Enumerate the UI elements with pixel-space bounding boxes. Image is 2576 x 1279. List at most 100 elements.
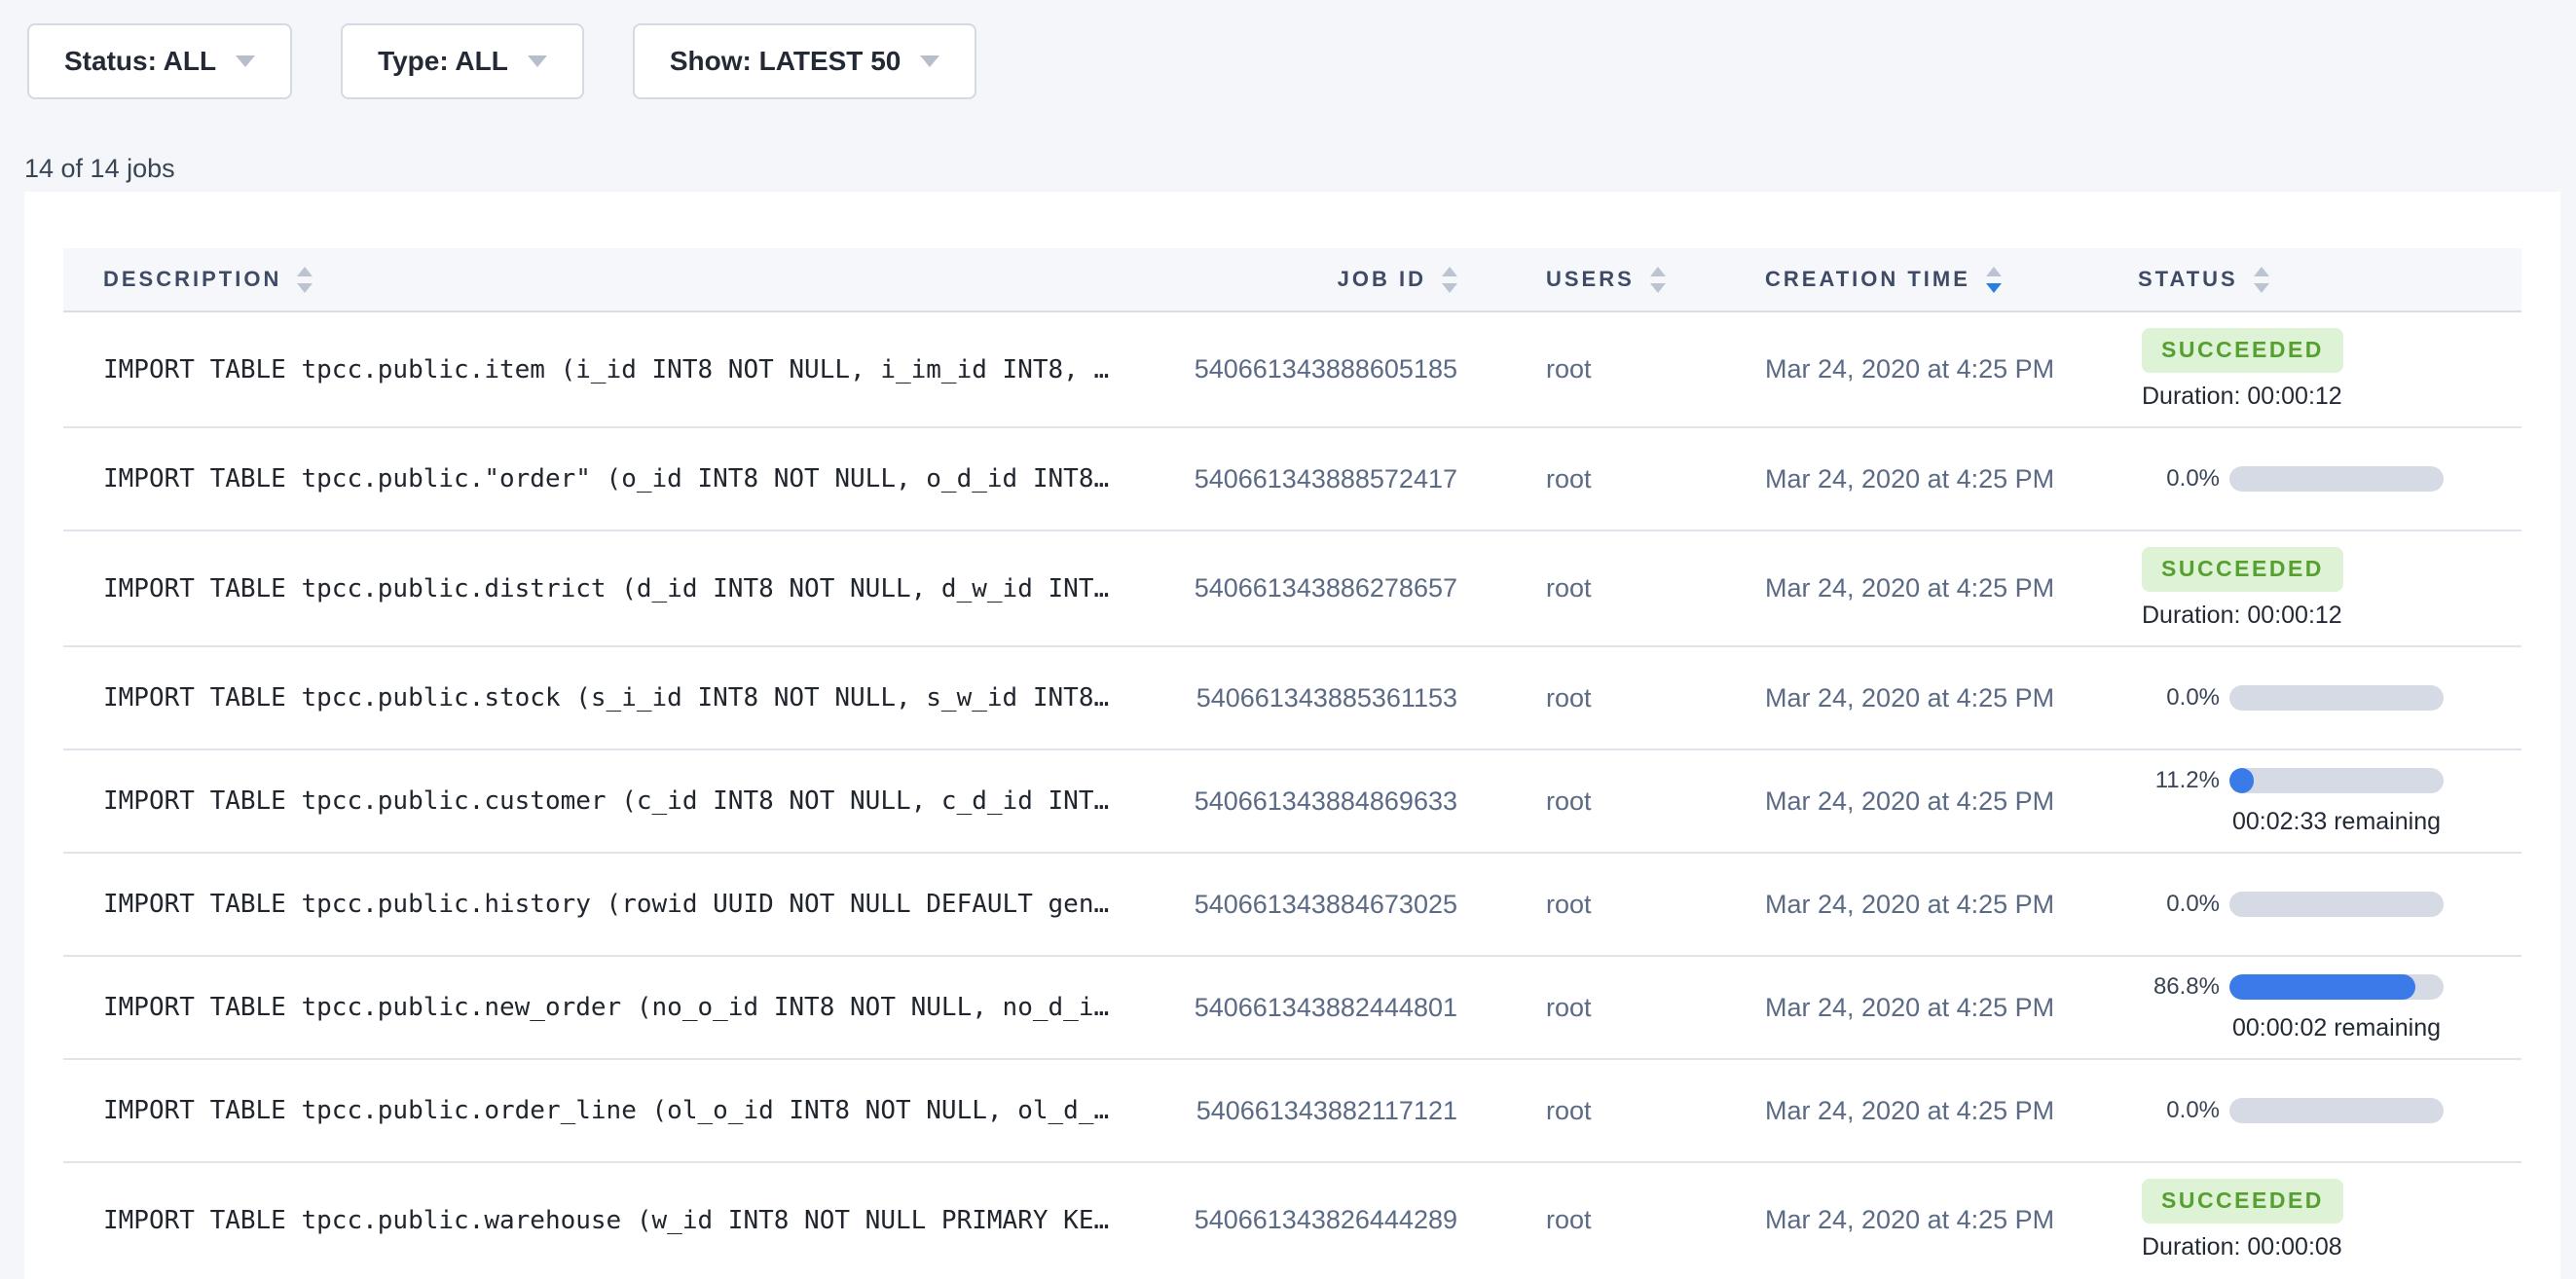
table-body: IMPORT TABLE tpcc.public.item (i_id INT8… <box>63 312 2521 1277</box>
column-header-users[interactable]: USERS <box>1457 267 1765 293</box>
table-row[interactable]: IMPORT TABLE tpcc.public.item (i_id INT8… <box>63 312 2521 428</box>
job-user: root <box>1457 1096 1765 1126</box>
progress-bar <box>2229 892 2444 917</box>
job-creation-time: Mar 24, 2020 at 4:25 PM <box>1765 1096 2138 1126</box>
show-filter-label: Show: LATEST 50 <box>670 46 902 77</box>
table-row[interactable]: IMPORT TABLE tpcc.public.order_line (ol_… <box>63 1060 2521 1163</box>
sort-icon[interactable] <box>2254 267 2269 293</box>
job-user: root <box>1457 1205 1765 1235</box>
job-user: root <box>1457 786 1765 817</box>
job-id: 540661343884869633 <box>1134 786 1457 817</box>
job-user: root <box>1457 573 1765 603</box>
progress-bar <box>2229 768 2444 793</box>
progress-percent: 0.0% <box>2138 465 2220 493</box>
progress-percent: 0.0% <box>2138 684 2220 712</box>
job-user: root <box>1457 464 1765 494</box>
job-description: IMPORT TABLE tpcc.public.order_line (ol_… <box>63 1096 1134 1125</box>
column-header-job-id[interactable]: JOB ID <box>1134 267 1457 293</box>
progress-remaining: 00:00:02 remaining <box>2229 1014 2444 1042</box>
status-badge: SUCCEEDED <box>2142 547 2343 592</box>
job-description: IMPORT TABLE tpcc.public.customer (c_id … <box>63 786 1134 816</box>
sort-icon[interactable] <box>297 267 313 293</box>
show-filter-dropdown[interactable]: Show: LATEST 50 <box>633 23 977 99</box>
job-status-cell: 0.0% <box>2138 465 2521 493</box>
job-status-cell: 0.0% <box>2138 1097 2521 1124</box>
progress-bar <box>2229 1098 2444 1123</box>
progress-percent: 11.2% <box>2138 767 2220 794</box>
job-description: IMPORT TABLE tpcc.public.item (i_id INT8… <box>63 355 1134 384</box>
job-user: root <box>1457 890 1765 920</box>
job-status-cell: 86.8% 00:00:02 remaining <box>2138 973 2521 1042</box>
job-id: 540661343882117121 <box>1134 1096 1457 1126</box>
job-user: root <box>1457 354 1765 384</box>
status-progress-block: 0.0% <box>2138 465 2521 493</box>
job-creation-time: Mar 24, 2020 at 4:25 PM <box>1765 573 2138 603</box>
sort-icon[interactable] <box>1442 267 1457 293</box>
job-creation-time: Mar 24, 2020 at 4:25 PM <box>1765 786 2138 817</box>
table-row[interactable]: IMPORT TABLE tpcc.public.warehouse (w_id… <box>63 1163 2521 1277</box>
column-header-creation-time[interactable]: CREATION TIME <box>1765 267 2138 293</box>
progress-percent: 86.8% <box>2138 973 2220 1001</box>
job-description: IMPORT TABLE tpcc.public.warehouse (w_id… <box>63 1206 1134 1235</box>
job-creation-time: Mar 24, 2020 at 4:25 PM <box>1765 464 2138 494</box>
jobs-table: DESCRIPTION JOB ID USERS CREATION TIME S… <box>63 192 2521 1277</box>
sort-icon-active-desc[interactable] <box>1986 267 2002 293</box>
jobs-count: 14 of 14 jobs <box>24 154 175 184</box>
chevron-down-icon <box>236 55 255 67</box>
status-progress-block: 0.0% <box>2138 1097 2521 1124</box>
filter-bar: Status: ALL Type: ALL Show: LATEST 50 <box>27 23 976 99</box>
type-filter-dropdown[interactable]: Type: ALL <box>341 23 584 99</box>
job-id: 540661343826444289 <box>1134 1205 1457 1235</box>
progress-bar <box>2229 466 2444 492</box>
table-row[interactable]: IMPORT TABLE tpcc.public.customer (c_id … <box>63 750 2521 854</box>
table-row[interactable]: IMPORT TABLE tpcc.public.history (rowid … <box>63 854 2521 957</box>
status-progress-block: 11.2% 00:02:33 remaining <box>2138 767 2521 836</box>
table-row[interactable]: IMPORT TABLE tpcc.public.new_order (no_o… <box>63 957 2521 1060</box>
column-header-status[interactable]: STATUS <box>2138 267 2521 293</box>
status-badge: SUCCEEDED <box>2142 328 2343 373</box>
job-id: 540661343888605185 <box>1134 354 1457 384</box>
status-succeeded-block: SUCCEEDED Duration: 00:00:12 <box>2138 328 2521 411</box>
status-badge: SUCCEEDED <box>2142 1179 2343 1224</box>
progress-fill <box>2229 768 2254 793</box>
type-filter-label: Type: ALL <box>378 46 508 77</box>
status-filter-dropdown[interactable]: Status: ALL <box>27 23 292 99</box>
progress-bar <box>2229 685 2444 711</box>
table-header-row: DESCRIPTION JOB ID USERS CREATION TIME S… <box>63 248 2521 312</box>
chevron-down-icon <box>528 55 547 67</box>
job-creation-time: Mar 24, 2020 at 4:25 PM <box>1765 890 2138 920</box>
job-description: IMPORT TABLE tpcc.public.history (rowid … <box>63 890 1134 919</box>
job-creation-time: Mar 24, 2020 at 4:25 PM <box>1765 683 2138 713</box>
job-id: 540661343884673025 <box>1134 890 1457 920</box>
chevron-down-icon <box>920 55 939 67</box>
progress-remaining: 00:02:33 remaining <box>2229 808 2444 836</box>
job-creation-time: Mar 24, 2020 at 4:25 PM <box>1765 1205 2138 1235</box>
table-row[interactable]: IMPORT TABLE tpcc.public.stock (s_i_id I… <box>63 647 2521 750</box>
jobs-table-card: DESCRIPTION JOB ID USERS CREATION TIME S… <box>24 192 2560 1279</box>
table-row[interactable]: IMPORT TABLE tpcc.public."order" (o_id I… <box>63 428 2521 531</box>
job-creation-time: Mar 24, 2020 at 4:25 PM <box>1765 993 2138 1023</box>
job-status-cell: 11.2% 00:02:33 remaining <box>2138 767 2521 836</box>
job-description: IMPORT TABLE tpcc.public.stock (s_i_id I… <box>63 683 1134 713</box>
job-status-cell: SUCCEEDED Duration: 00:00:12 <box>2138 547 2521 630</box>
status-duration: Duration: 00:00:12 <box>2142 383 2521 411</box>
job-description: IMPORT TABLE tpcc.public."order" (o_id I… <box>63 464 1134 493</box>
status-progress-block: 0.0% <box>2138 891 2521 918</box>
sort-icon[interactable] <box>1650 267 1666 293</box>
column-header-description[interactable]: DESCRIPTION <box>63 267 1134 293</box>
job-status-cell: 0.0% <box>2138 684 2521 712</box>
status-succeeded-block: SUCCEEDED Duration: 00:00:08 <box>2138 1179 2521 1261</box>
job-description: IMPORT TABLE tpcc.public.new_order (no_o… <box>63 993 1134 1022</box>
job-id: 540661343885361153 <box>1134 683 1457 713</box>
job-status-cell: SUCCEEDED Duration: 00:00:08 <box>2138 1179 2521 1261</box>
progress-fill <box>2229 974 2415 1000</box>
status-duration: Duration: 00:00:12 <box>2142 602 2521 630</box>
job-id: 540661343886278657 <box>1134 573 1457 603</box>
progress-percent: 0.0% <box>2138 891 2220 918</box>
job-creation-time: Mar 24, 2020 at 4:25 PM <box>1765 354 2138 384</box>
status-progress-block: 86.8% 00:00:02 remaining <box>2138 973 2521 1042</box>
table-row[interactable]: IMPORT TABLE tpcc.public.district (d_id … <box>63 531 2521 647</box>
job-description: IMPORT TABLE tpcc.public.district (d_id … <box>63 574 1134 603</box>
job-id: 540661343888572417 <box>1134 464 1457 494</box>
progress-bar <box>2229 974 2444 1000</box>
